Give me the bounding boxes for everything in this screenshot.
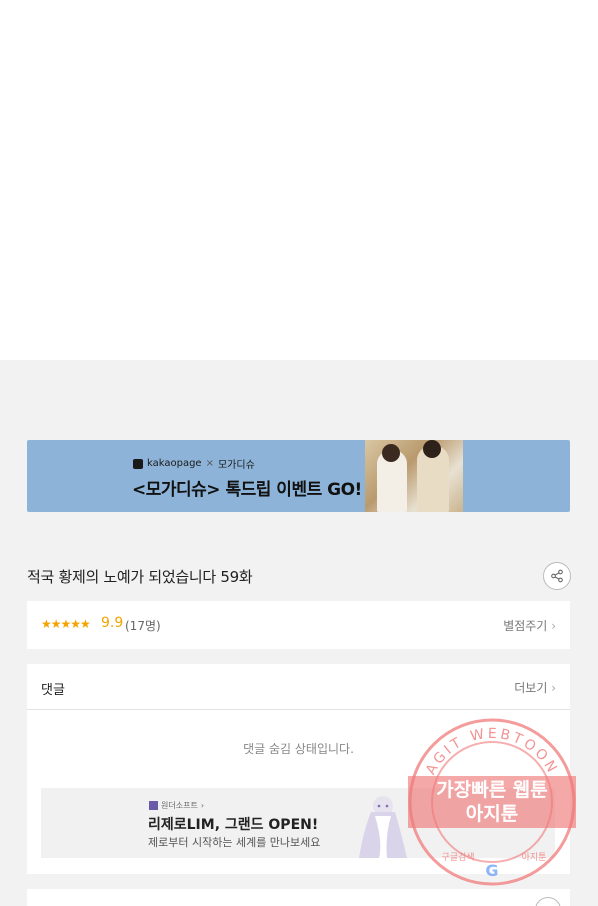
- comment-header: 댓글 더보기 ›: [27, 664, 570, 710]
- banner-partner: 모가디슈: [217, 460, 255, 471]
- ad-brand-logo-icon: [149, 801, 158, 810]
- rate-button[interactable]: 별점주기 ›: [503, 617, 556, 634]
- rating-count: (17명): [125, 619, 161, 633]
- next-card-icon[interactable]: [535, 897, 561, 906]
- comment-label: 댓글: [41, 683, 65, 698]
- chevron-right-icon: ›: [200, 801, 205, 810]
- banner-brand: kakaopage × 모가디슈: [133, 456, 255, 471]
- banner-headline: <모가디슈> 톡드립 이벤트 GO!: [132, 480, 362, 500]
- ad-character-illustration: [359, 796, 407, 858]
- rate-button-label: 별점주기: [503, 619, 548, 633]
- comment-hidden-message: 댓글 숨김 상태입니다.: [243, 742, 354, 756]
- ad-brand-name: 원더소프트: [161, 801, 198, 810]
- kakaopage-logo-icon: [133, 458, 143, 469]
- share-button[interactable]: [543, 562, 571, 590]
- episode-title: 적국 황제의 노예가 되었습니다 59화: [27, 568, 253, 586]
- rating-card: ★★★★★ 9.9 (17명) 별점주기 ›: [27, 601, 570, 649]
- event-banner[interactable]: kakaopage × 모가디슈 <모가디슈> 톡드립 이벤트 GO!: [27, 440, 570, 512]
- next-card: [27, 889, 570, 906]
- content-blank-area: [0, 0, 598, 360]
- comment-more-label: 더보기: [514, 681, 548, 695]
- chevron-right-icon: ›: [551, 619, 556, 633]
- banner-brand-name: kakaopage: [147, 458, 202, 469]
- ad-title: 리제로LIM, 그랜드 OPEN!: [148, 817, 319, 833]
- ad-brand: 원더소프트 ›: [149, 800, 204, 811]
- ad-banner[interactable]: 원더소프트 › 리제로LIM, 그랜드 OPEN! 제로부터 시작하는 세계를 …: [41, 788, 555, 858]
- banner-times: ×: [205, 458, 214, 469]
- comment-more-button[interactable]: 더보기 ›: [514, 679, 556, 696]
- comment-card: 댓글 더보기 › 댓글 숨김 상태입니다. 원더소프트 › 리제로LIM, 그랜…: [27, 664, 570, 874]
- rating-stars: ★★★★★: [41, 617, 91, 631]
- ad-subtitle: 제로부터 시작하는 세계를 만나보세요: [148, 836, 321, 849]
- rating-score: 9.9: [101, 615, 124, 631]
- share-icon: [551, 569, 563, 583]
- chevron-right-icon: ›: [551, 681, 556, 695]
- banner-photo: [365, 440, 463, 512]
